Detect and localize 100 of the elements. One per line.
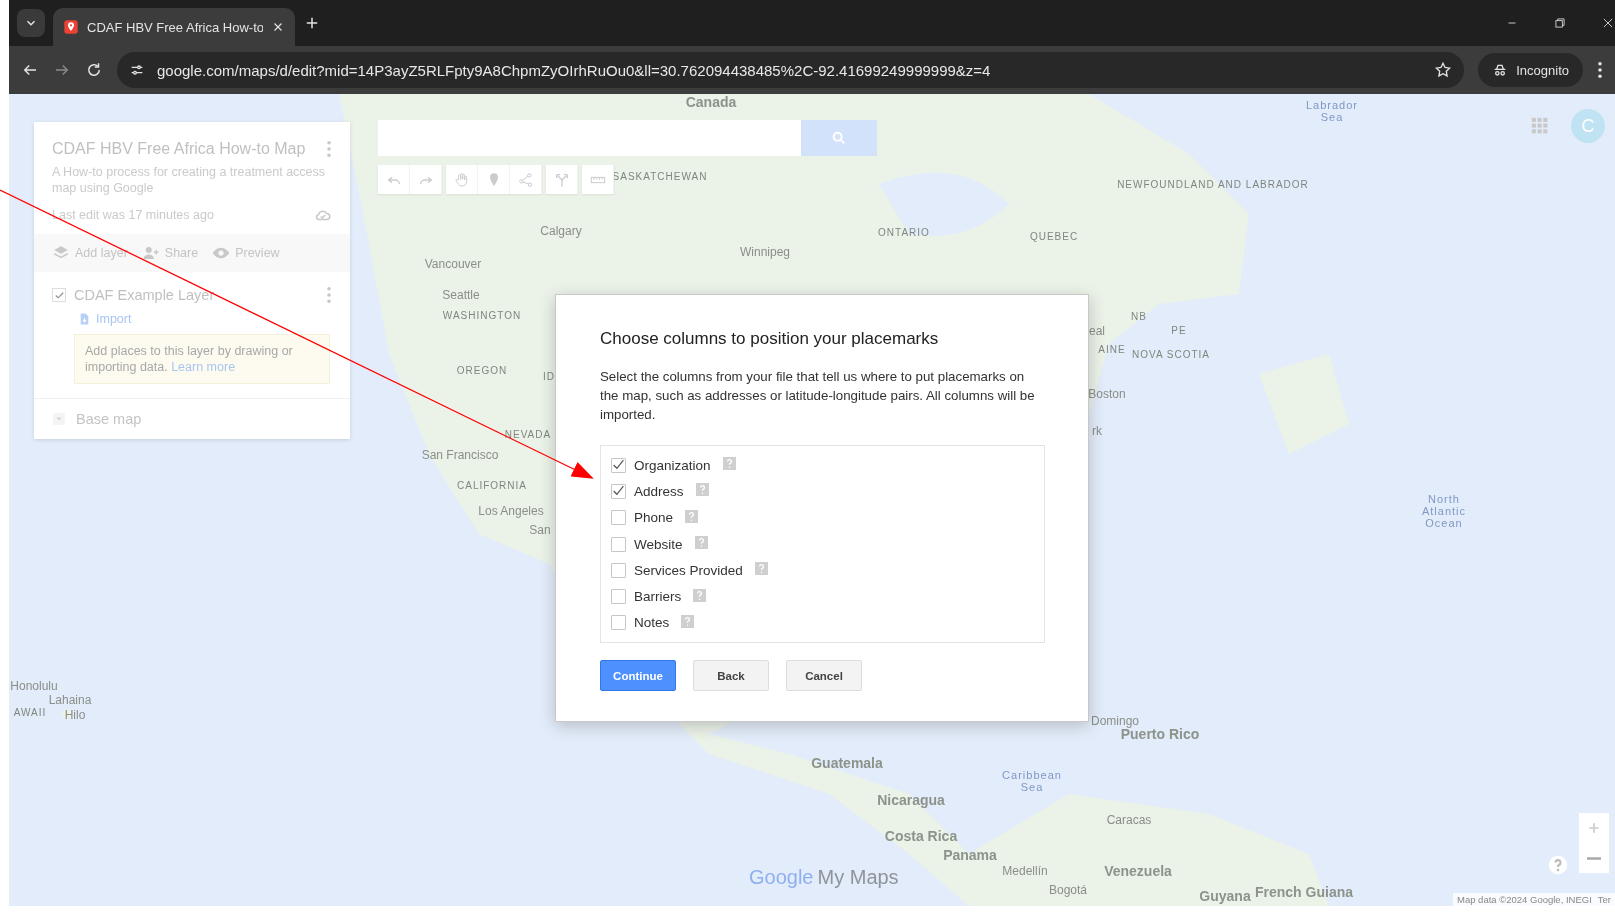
tab-title: CDAF HBV Free Africa How-to [87, 19, 263, 35]
url-text: google.com/maps/d/edit?mid=14P3ayZ5RLFpty9A8ChpmZyOIrhRuOu0&ll=30.762094438485%2C-92.41699249999999&z=4 [157, 61, 992, 79]
column-label[interactable]: Notes [634, 615, 670, 631]
terms-link[interactable]: Ter [1597, 894, 1611, 905]
map-attribution: Map data ©2024 Google, INEGI [1457, 894, 1592, 905]
map-label: ONTARIO [878, 226, 930, 238]
help-icon[interactable] [693, 588, 707, 602]
help-icon[interactable] [722, 457, 736, 471]
hand-tool-button[interactable] [446, 165, 478, 194]
column-label[interactable]: Services Provided [634, 562, 743, 578]
add-person-icon [141, 244, 160, 262]
map-label: San [529, 523, 551, 537]
ruler-tool-button[interactable] [582, 165, 614, 194]
fork-arrow-icon [553, 171, 570, 188]
map-label: NEWFOUNDLAND AND LABRADOR [1117, 178, 1309, 190]
map-label: Nicaragua [877, 792, 945, 808]
map-label: Honolulu [10, 679, 58, 693]
checkmark-icon [53, 289, 65, 301]
column-label[interactable]: Barriers [634, 589, 682, 605]
help-icon[interactable] [681, 614, 695, 628]
directions-tool-button[interactable] [546, 165, 578, 194]
map-label: NOVA SCOTIA [1131, 348, 1211, 360]
help-icon[interactable] [685, 509, 699, 523]
map-label: Venezuela [1104, 863, 1172, 879]
map-label: ID [543, 370, 555, 382]
map-label: QUEBEC [1029, 230, 1079, 242]
dialog-button[interactable]: Cancel [786, 660, 862, 692]
map-label: Caracas [1106, 813, 1152, 827]
column-checkbox[interactable] [611, 483, 626, 499]
line-nodes-icon [517, 171, 534, 188]
column-label[interactable]: Organization [634, 457, 711, 473]
dialog-description: Select the columns from your file that tell us where to put placemarks on the map, such as addresses or latitude-longitude pairs. All columns will be imported. [600, 368, 1036, 424]
map-label: NEVADA [504, 428, 552, 440]
map-label: AWAII [13, 706, 47, 718]
reload-icon[interactable] [85, 61, 103, 79]
column-checkbox[interactable] [611, 589, 626, 605]
marker-tool-button[interactable] [478, 165, 510, 194]
column-label[interactable]: Phone [634, 510, 674, 526]
map-label: San Francisco [421, 448, 499, 462]
layer-hint-text: Add places to this layer by drawing or importing data. Learn more [74, 334, 330, 384]
column-checkbox[interactable] [611, 562, 626, 578]
incognito-button[interactable]: Incognito [1478, 53, 1583, 87]
map-label: Canada [685, 94, 737, 110]
star-icon[interactable] [1434, 61, 1453, 79]
line-tool-button[interactable] [510, 165, 542, 194]
map-label: Vancouver [424, 257, 482, 271]
apps-grid-icon[interactable] [1531, 117, 1549, 135]
map-label: Seattle [442, 288, 480, 302]
map-label: PE [1171, 324, 1187, 336]
map-label: CALIFORNIA [457, 479, 527, 491]
map-label: WASHINGTON [442, 309, 522, 321]
map-label: Bogotá [1049, 883, 1087, 897]
map-label: Hilo [64, 708, 86, 722]
dialog-button[interactable]: Back [693, 660, 769, 692]
map-label: Guyana [1199, 888, 1251, 904]
column-label[interactable]: Address [634, 483, 684, 499]
kebab-menu-icon[interactable] [1597, 61, 1603, 79]
help-icon[interactable] [695, 483, 709, 497]
map-label: Los Angeles [478, 504, 544, 518]
map-label: Medellín [1002, 864, 1048, 878]
restore-icon[interactable] [1553, 16, 1567, 30]
map-label: Panama [943, 847, 997, 863]
file-icon [78, 312, 91, 326]
map-label: Labrador Sea [1304, 99, 1359, 123]
map-label: Lahaina [48, 693, 92, 707]
minus-icon [1587, 856, 1601, 860]
column-label[interactable]: Website [634, 536, 683, 552]
column-checkbox[interactable] [611, 615, 626, 631]
map-label: eal [1089, 324, 1105, 338]
map-label: Winnipeg [740, 245, 790, 259]
help-icon[interactable] [1548, 855, 1568, 875]
map-label: North Atlantic Ocean [1420, 493, 1468, 529]
column-checkbox[interactable] [611, 536, 626, 552]
search-button[interactable] [801, 120, 877, 156]
map-label: Calgary [540, 224, 582, 238]
address-bar[interactable]: google.com/maps/d/edit?mid=14P3ayZ5RLFpty9A8ChpmZyOIrhRuOu0&ll=30.762094438485%2C-92.41699249999999&z=4 [117, 52, 1465, 88]
map-pin-icon [63, 19, 79, 35]
map-label: Domingo [1091, 714, 1139, 728]
map-label: NB [1131, 310, 1147, 322]
column-checkbox[interactable] [611, 510, 626, 526]
help-icon[interactable] [754, 562, 768, 576]
map-label: rk [1092, 424, 1102, 438]
search-icon [831, 130, 847, 146]
redo-button[interactable] [410, 165, 442, 194]
map-label: Guatemala [811, 755, 883, 771]
map-label: French Guiana [1255, 884, 1353, 900]
help-icon[interactable] [694, 536, 708, 550]
close-icon[interactable] [1601, 16, 1615, 30]
map-label: Caribbean Sea [1001, 769, 1063, 793]
map-label: SASKATCHEWAN [612, 170, 708, 182]
search-field[interactable] [378, 120, 801, 156]
hand-icon [453, 171, 470, 188]
my-maps-logo: Google My Maps [749, 866, 899, 889]
layer-checkbox[interactable] [52, 288, 66, 302]
column-checkbox[interactable] [611, 457, 626, 473]
browser-tab[interactable]: CDAF HBV Free Africa How-to [53, 8, 295, 46]
map-label: OREGON [456, 364, 508, 376]
undo-button[interactable] [378, 165, 410, 194]
map-label: AINE [1098, 343, 1126, 355]
tab-search-button[interactable] [17, 9, 45, 37]
